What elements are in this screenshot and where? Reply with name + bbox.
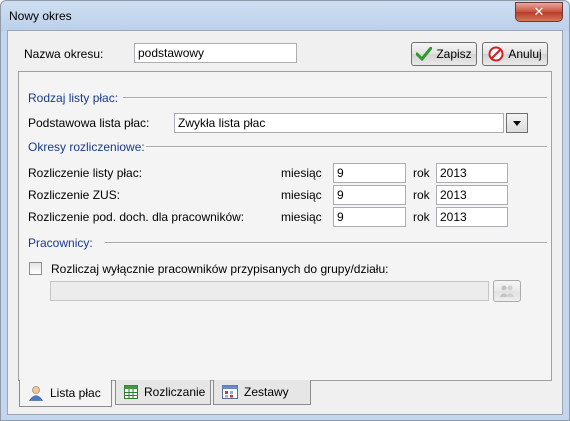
payroll-dropdown-button[interactable] [506, 113, 528, 133]
dialog-window: Nowy okres ✕ Nazwa okresu: podstawowy Za… [0, 0, 570, 421]
cancel-button[interactable]: Anuluj [482, 42, 548, 66]
tab-payroll-list[interactable]: Lista płac [19, 380, 112, 407]
people-icon [499, 285, 515, 297]
period-name-label: Nazwa okresu: [24, 47, 104, 61]
tab-label: Rozliczanie [144, 385, 206, 399]
period-name-input[interactable]: podstawowy [134, 43, 297, 63]
section-payroll-type: Rodzaj listy płac: [28, 91, 119, 105]
select-group-button[interactable] [493, 280, 521, 302]
cancel-button-label: Anuluj [508, 47, 542, 61]
month-label: miesiąc [281, 188, 322, 202]
tab-settlement[interactable]: Rozliczanie [115, 380, 211, 405]
year-input[interactable]: 2013 [436, 207, 508, 227]
title-bar[interactable]: Nowy okres ✕ [1, 1, 569, 31]
year-input[interactable]: 2013 [436, 163, 508, 183]
period-label: Rozliczenie pod. doch. dla pracowników: [28, 210, 245, 224]
chevron-down-icon [513, 120, 521, 126]
save-button-label: Zapisz [436, 47, 472, 61]
month-input[interactable]: 9 [333, 185, 406, 205]
year-label: rok [413, 166, 430, 180]
main-panel: Rodzaj listy płac: Podstawowa lista płac… [18, 71, 552, 381]
spreadsheet-icon [124, 385, 138, 399]
payroll-select[interactable]: Zwykła lista płac [174, 113, 504, 133]
close-icon: ✕ [533, 4, 545, 19]
section-employees: Pracownicy: [28, 236, 93, 250]
period-label: Rozliczenie listy płac: [28, 166, 143, 180]
period-label: Rozliczenie ZUS: [28, 188, 121, 202]
year-label: rok [413, 210, 430, 224]
month-label: miesiąc [281, 166, 322, 180]
month-input[interactable]: 9 [333, 163, 406, 183]
close-button[interactable]: ✕ [515, 2, 563, 22]
group-field[interactable] [50, 281, 489, 301]
window-title: Nowy okres [9, 9, 72, 23]
tab-label: Zestawy [244, 385, 289, 399]
save-button[interactable]: Zapisz [411, 42, 477, 66]
checkmark-icon [416, 47, 433, 61]
year-input[interactable]: 2013 [436, 185, 508, 205]
tab-sets[interactable]: Zestawy [213, 380, 311, 405]
year-label: rok [413, 188, 430, 202]
section-divider [105, 242, 547, 244]
section-divider [123, 97, 547, 99]
assigned-only-label: Rozliczaj wyłącznie pracowników przypisa… [51, 262, 389, 276]
section-divider [146, 146, 547, 148]
calendar-icon [222, 385, 238, 399]
person-icon [28, 386, 44, 401]
month-label: miesiąc [281, 210, 322, 224]
tab-label: Lista płac [50, 386, 101, 400]
dialog-body: Nazwa okresu: podstawowy Zapisz Anuluj R… [7, 30, 563, 415]
section-settlement-periods: Okresy rozliczeniowe: [28, 140, 145, 154]
assigned-only-checkbox[interactable] [29, 262, 42, 275]
cancel-icon [488, 46, 504, 62]
payroll-label: Podstawowa lista płac: [28, 116, 150, 130]
month-input[interactable]: 9 [333, 207, 406, 227]
